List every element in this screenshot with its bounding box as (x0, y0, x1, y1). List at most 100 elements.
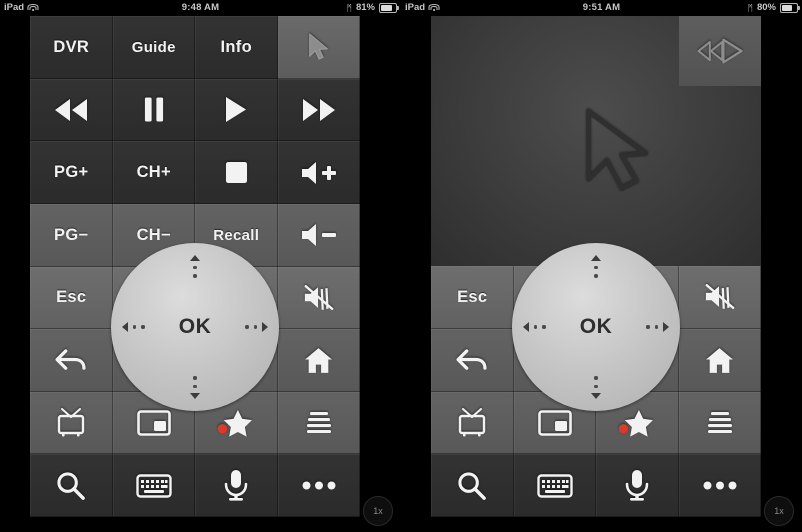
play-button[interactable] (195, 78, 278, 142)
dpad-dot (141, 325, 145, 329)
status-clock: 9:48 AM (181, 2, 220, 13)
search-button[interactable] (30, 454, 113, 517)
keyboard-button[interactable] (513, 454, 596, 517)
dpad-left-arrow-icon (122, 322, 128, 332)
list-menu-button[interactable] (678, 391, 761, 455)
channel-up-button-label: CH+ (136, 163, 171, 182)
cursor-arrow-outline-icon (579, 106, 657, 198)
status-clock: 9:51 AM (582, 2, 621, 13)
home-button[interactable] (277, 329, 360, 392)
dpad-left-button[interactable] (122, 322, 145, 332)
zoom-level-badge[interactable]: 1x (764, 496, 794, 526)
more-options-button[interactable] (678, 454, 761, 517)
fast-forward-button[interactable] (277, 78, 360, 142)
dpad-up-button[interactable] (591, 255, 601, 278)
back-button[interactable] (431, 328, 514, 392)
page-up-button-label: PG+ (54, 163, 89, 182)
esc-button[interactable]: Esc (30, 266, 113, 330)
dpad-right-button[interactable] (646, 322, 669, 332)
status-right: ᛗ 81% (347, 0, 399, 16)
home-icon (304, 347, 333, 374)
pip-icon (537, 410, 572, 436)
screenshot-root: iPad 9:48 AM ᛗ 81% DVR Guide Info PG+ CH+ PG− CH− R… (0, 0, 802, 532)
esc-button[interactable]: Esc (431, 266, 514, 329)
pause-button[interactable] (112, 78, 195, 142)
dpad-down-arrow-icon (190, 393, 200, 399)
dpad-left-button[interactable] (523, 322, 546, 332)
dpad-right-arrow-icon (262, 322, 268, 332)
dpad-dot (193, 266, 197, 270)
tv-icon (57, 408, 85, 438)
pip-icon (136, 410, 171, 436)
page-up-button[interactable]: PG+ (30, 141, 113, 204)
dpad-dot (594, 376, 598, 380)
volume-down-icon (300, 222, 338, 248)
dpad-down-button[interactable] (591, 376, 601, 399)
dpad[interactable]: OK (111, 243, 279, 411)
dpad-dot (594, 274, 598, 278)
cursor-arrow-icon (306, 32, 332, 62)
page-down-button[interactable]: PG− (30, 203, 113, 267)
more-options-button[interactable] (277, 454, 360, 517)
list-menu-button[interactable] (277, 391, 360, 455)
stop-button[interactable] (195, 141, 278, 204)
esc-button-label: Esc (56, 288, 87, 307)
dpad-right-button[interactable] (245, 322, 268, 332)
dpad[interactable]: OK (512, 243, 680, 411)
search-button[interactable] (431, 454, 514, 517)
info-button-label: Info (220, 37, 252, 56)
skip-back-button[interactable] (679, 16, 761, 86)
rewind-button[interactable] (30, 78, 113, 142)
status-right: ᛗ 80% (748, 0, 800, 16)
live-tv-button[interactable] (431, 391, 514, 455)
back-button[interactable] (30, 329, 113, 392)
ellipsis-icon (302, 481, 336, 490)
ellipsis-icon (703, 481, 737, 490)
device-left: iPad 9:48 AM ᛗ 81% DVR Guide Info PG+ CH+ PG− CH− R… (0, 0, 401, 532)
home-button[interactable] (678, 328, 761, 392)
tv-icon (458, 407, 486, 438)
page-down-button-label: PG− (54, 225, 89, 244)
volume-up-icon (300, 160, 338, 186)
dpad-dot (594, 266, 598, 270)
volume-up-button[interactable] (277, 141, 360, 204)
zoom-level-badge[interactable]: 1x (363, 496, 393, 526)
remote-panel: DVR Guide Info PG+ CH+ PG− CH− Recall Esc OK (30, 16, 360, 517)
dpad-up-arrow-icon (591, 255, 601, 261)
dpad-ok-button[interactable]: OK (179, 315, 212, 339)
channel-up-button[interactable]: CH+ (112, 141, 195, 204)
guide-button[interactable]: Guide (112, 16, 195, 79)
dpad-up-arrow-icon (190, 255, 200, 261)
battery-percent: 81% (355, 2, 375, 13)
dvr-button-label: DVR (53, 37, 90, 56)
dpad-down-button[interactable] (190, 376, 200, 399)
battery-icon (780, 3, 800, 13)
volume-down-button[interactable] (277, 203, 360, 267)
dpad-up-button[interactable] (190, 255, 200, 278)
fast-forward-icon (301, 97, 337, 123)
mute-icon (303, 284, 334, 311)
play-icon (224, 96, 248, 123)
list-icon (707, 411, 733, 435)
dpad-dot (253, 325, 257, 329)
keyboard-button[interactable] (112, 454, 195, 517)
remote-panel: Esc OK (431, 16, 761, 517)
trackpad-area[interactable] (431, 16, 761, 266)
battery-fill (782, 5, 793, 11)
battery-percent: 80% (756, 2, 776, 13)
dpad-ok-button[interactable]: OK (580, 315, 613, 339)
dpad-left-arrow-icon (523, 322, 529, 332)
mute-button[interactable] (277, 266, 360, 330)
live-tv-button[interactable] (30, 391, 113, 455)
dvr-button[interactable]: DVR (30, 16, 113, 79)
dpad-dot (193, 376, 197, 380)
microphone-button[interactable] (195, 454, 278, 517)
mute-button[interactable] (678, 266, 761, 329)
dpad-dot (193, 384, 197, 388)
info-button[interactable]: Info (195, 16, 278, 79)
pause-icon (143, 96, 165, 123)
skip-back-play-icon (694, 35, 746, 67)
cursor-mode-button[interactable] (277, 16, 360, 79)
dpad-down-arrow-icon (591, 393, 601, 399)
microphone-button[interactable] (596, 454, 679, 517)
